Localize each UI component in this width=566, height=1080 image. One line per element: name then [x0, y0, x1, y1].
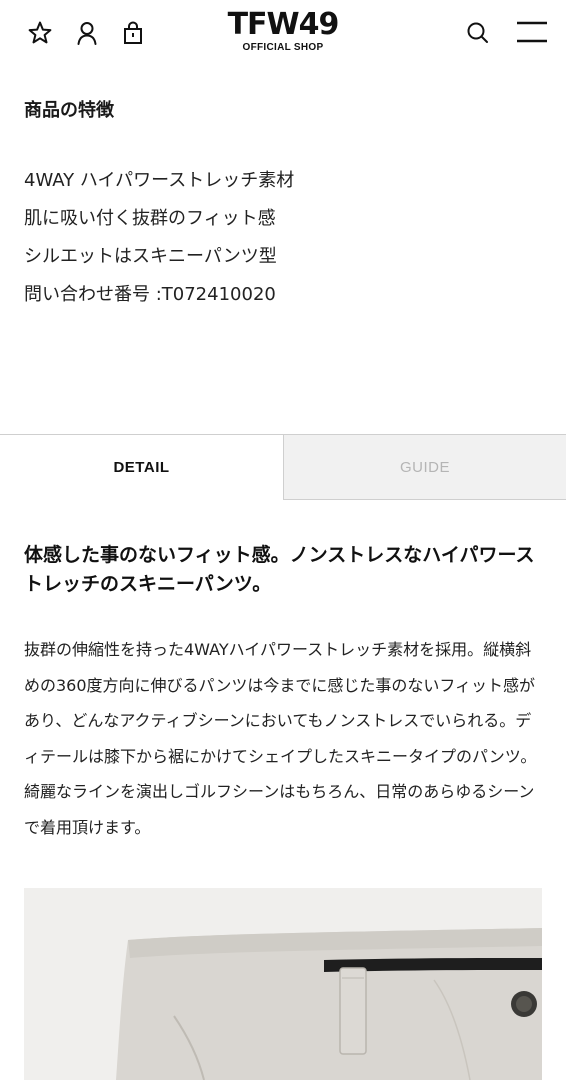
product-image	[24, 888, 542, 1080]
menu-icon[interactable]	[515, 18, 549, 48]
features-list: 4WAY ハイパワーストレッチ素材 肌に吸い付く抜群のフィット感 シルエットはス…	[24, 162, 294, 314]
search-icon[interactable]	[463, 18, 493, 48]
site-header: TFW49 OFFICIAL SHOP	[0, 0, 566, 66]
features-heading: 商品の特徴	[24, 100, 114, 121]
tab-guide[interactable]: GUIDE	[283, 435, 566, 500]
feature-item: シルエットはスキニーパンツ型	[24, 246, 277, 267]
detail-guide-tabs: DETAIL GUIDE	[0, 434, 566, 500]
tab-detail[interactable]: DETAIL	[0, 435, 283, 500]
feature-item: 4WAY ハイパワーストレッチ素材	[24, 170, 295, 191]
detail-headline: 体感した事のないフィット感。ノンストレスなハイパワーストレッチのスキニーパンツ。	[24, 544, 535, 595]
detail-description: 抜群の伸縮性を持った4WAYハイパワーストレッチ素材を採用。縦横斜めの360度方…	[24, 640, 537, 837]
feature-item: 問い合わせ番号 :T072410020	[24, 284, 276, 305]
feature-item: 肌に吸い付く抜群のフィット感	[24, 208, 276, 229]
